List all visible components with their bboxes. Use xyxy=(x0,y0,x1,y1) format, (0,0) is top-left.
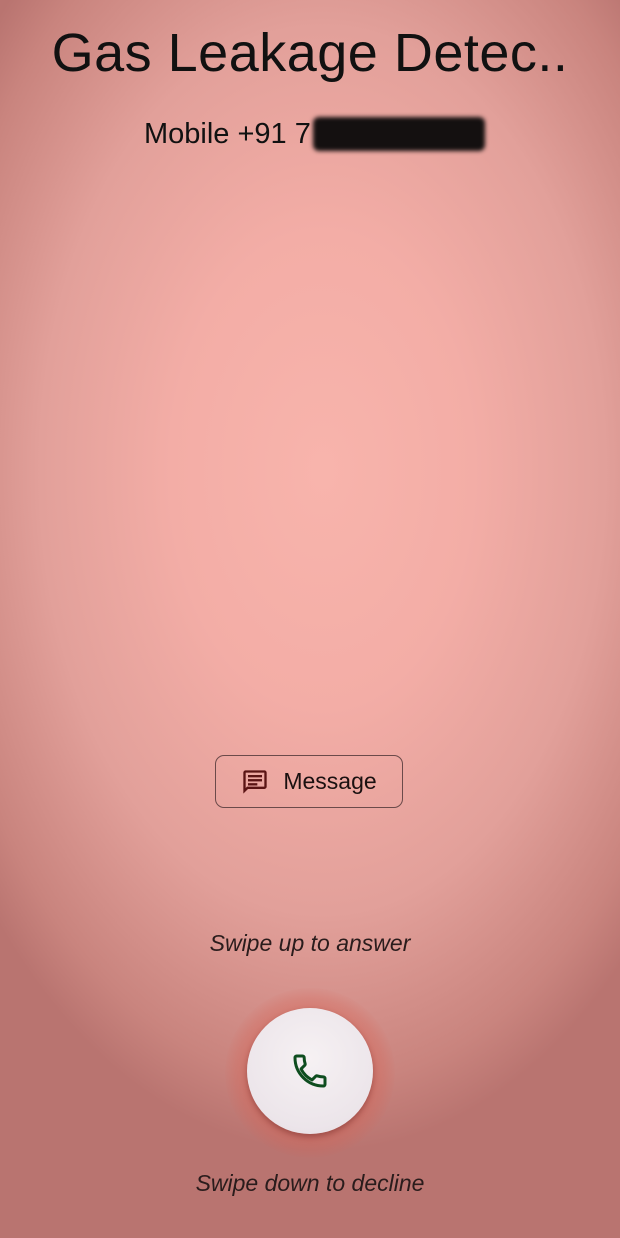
caller-number-row: Mobile +91 7 xyxy=(144,114,485,154)
redacted-number-block xyxy=(312,117,485,151)
caller-number: Mobile +91 7 xyxy=(144,117,311,150)
message-label: Message xyxy=(283,768,377,794)
answer-call-button[interactable] xyxy=(247,1008,373,1134)
message-icon xyxy=(241,768,269,796)
message-button[interactable]: Message xyxy=(215,755,403,808)
swipe-up-hint: Swipe up to answer xyxy=(209,930,411,956)
swipe-down-hint: Swipe down to decline xyxy=(195,1170,425,1196)
incoming-call-screen: Gas Leakage Detec.. Mobile +91 7 Message… xyxy=(0,0,620,1238)
phone-icon xyxy=(288,1049,332,1093)
caller-name: Gas Leakage Detec.. xyxy=(51,23,569,83)
